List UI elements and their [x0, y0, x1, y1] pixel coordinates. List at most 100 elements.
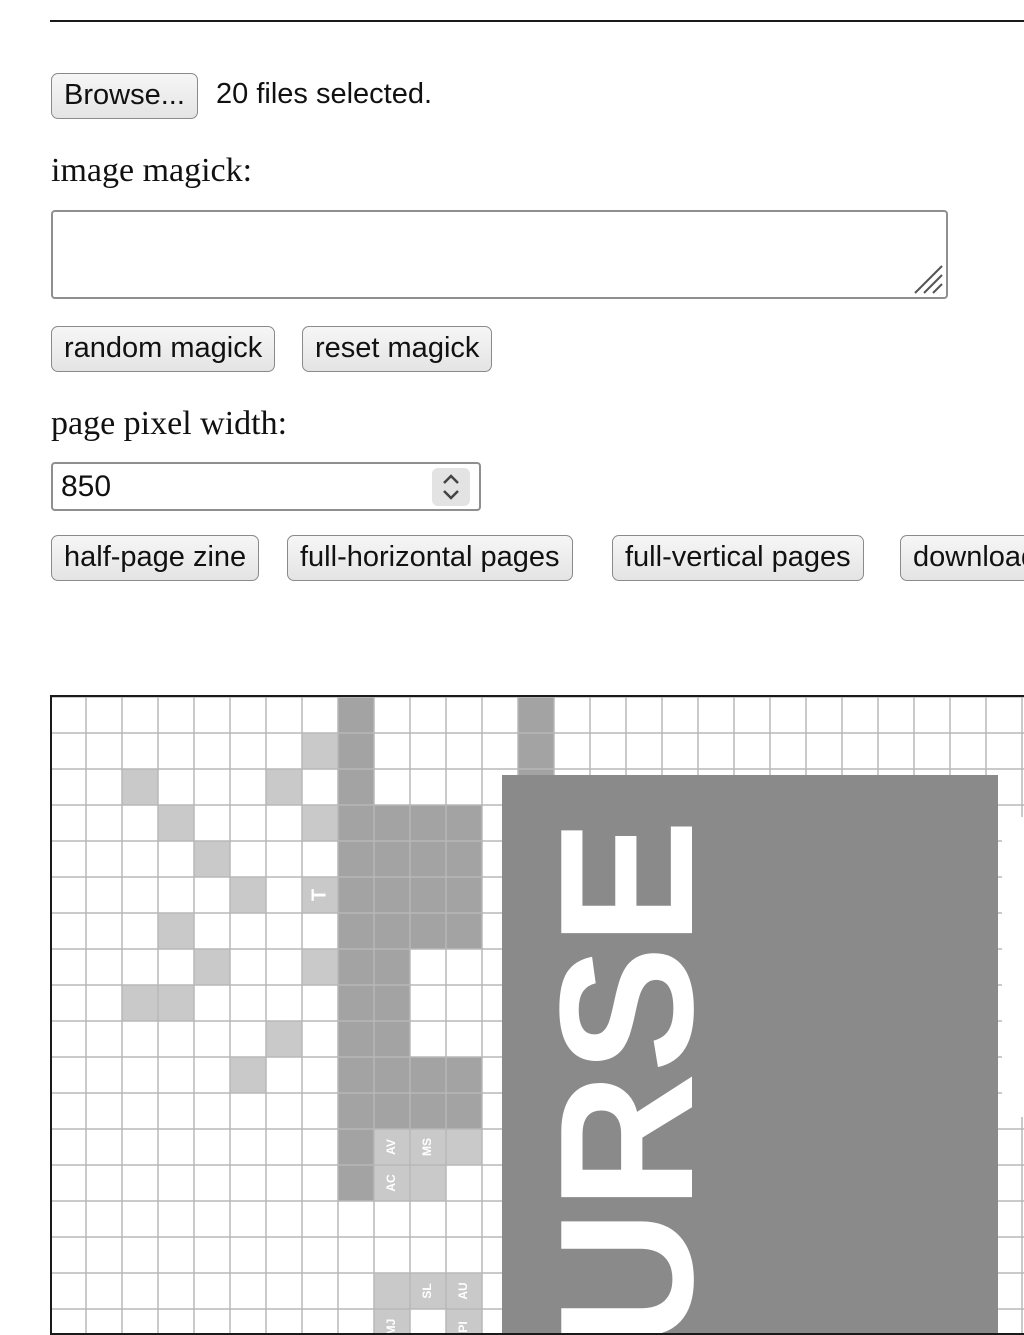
tile-glyph: A	[236, 780, 258, 794]
tile	[338, 949, 374, 985]
tile	[338, 1093, 374, 1129]
tile-glyph: A	[236, 960, 258, 974]
tile	[338, 697, 374, 733]
tile-glyph: i	[308, 1288, 330, 1294]
tile-glyph: AC	[384, 1174, 398, 1192]
tile	[302, 805, 338, 841]
full-horizontal-pages-button[interactable]: full-horizontal pages	[287, 535, 573, 581]
tile	[302, 949, 338, 985]
tile	[338, 913, 374, 949]
full-vertical-pages-button[interactable]: full-vertical pages	[612, 535, 864, 581]
tile	[374, 1057, 410, 1093]
tile-glyph: h	[380, 745, 402, 757]
tile	[158, 913, 194, 949]
tile	[122, 769, 158, 805]
tile-glyph: D	[272, 744, 294, 758]
tile	[338, 1129, 374, 1165]
tile	[410, 877, 446, 913]
tile	[410, 841, 446, 877]
tile	[122, 985, 158, 1021]
edge-strip	[1002, 817, 1024, 1117]
vertical-title-text: URSE	[521, 819, 733, 1335]
file-selection-status: 20 files selected.	[216, 78, 433, 110]
tile	[230, 1057, 266, 1093]
tile	[374, 877, 410, 913]
tile	[446, 1129, 482, 1165]
tile-glyph: PI	[456, 1321, 470, 1332]
tile-glyph: s	[344, 1285, 366, 1296]
tile-glyph: A	[164, 852, 186, 866]
reset-magick-button[interactable]: reset magick	[302, 326, 493, 372]
tile	[194, 841, 230, 877]
tile	[338, 877, 374, 913]
tile	[338, 1021, 374, 1057]
tile	[446, 805, 482, 841]
tile	[410, 805, 446, 841]
download-button[interactable]: download	[900, 535, 1024, 581]
tile-glyph: P	[308, 1320, 330, 1333]
tile-glyph: P	[164, 1032, 186, 1045]
tile	[338, 769, 374, 805]
zine-preview: URSE P A R A D T N A L P Ch Pi c s s k s e AV MS AC SL AU MJ PI j	[50, 695, 1024, 1335]
image-magick-label: image magick:	[51, 152, 253, 189]
tile	[374, 1021, 410, 1057]
tile-glyph: s	[308, 1213, 330, 1224]
tile	[338, 1057, 374, 1093]
tile-glyph: R	[200, 815, 222, 830]
spinner-arrows-icon	[443, 474, 459, 500]
tile	[446, 1057, 482, 1093]
tile-glyph: AU	[456, 1282, 470, 1299]
tile	[446, 877, 482, 913]
tile-glyph: P	[128, 888, 150, 901]
tile-glyph: N	[272, 924, 294, 938]
tile	[374, 841, 410, 877]
tile	[266, 769, 302, 805]
page-width-value: 850	[61, 470, 112, 503]
tile	[158, 805, 194, 841]
tile	[410, 913, 446, 949]
tile-glyph: C	[380, 780, 402, 794]
tile-glyph: j	[560, 748, 582, 755]
tile-glyph: MS	[420, 1138, 434, 1156]
tile	[338, 841, 374, 877]
page-width-input[interactable]: 850	[51, 462, 481, 511]
tile-glyph: SL	[420, 1283, 434, 1298]
image-magick-textarea[interactable]	[51, 210, 948, 299]
tile	[410, 1093, 446, 1129]
random-magick-button[interactable]: random magick	[51, 326, 276, 372]
tile-glyph: s	[344, 1213, 366, 1224]
resize-grip-icon[interactable]	[911, 262, 943, 294]
tile	[410, 1165, 446, 1201]
tile-glyph: e	[344, 1321, 366, 1332]
tile-glyph: AV	[384, 1139, 398, 1155]
tile	[194, 949, 230, 985]
tile-glyph: c	[308, 1249, 330, 1260]
tile-glyph: T	[308, 889, 330, 901]
tile	[374, 1273, 410, 1309]
tile	[338, 1165, 374, 1201]
tile	[230, 877, 266, 913]
tile-glyph: k	[344, 1249, 366, 1261]
tile	[374, 913, 410, 949]
tile	[302, 733, 338, 769]
tile	[446, 841, 482, 877]
tile	[446, 913, 482, 949]
tile-glyph: MJ	[384, 1319, 398, 1335]
tile	[266, 1021, 302, 1057]
tile	[338, 985, 374, 1021]
number-spinner[interactable]	[432, 468, 470, 506]
tile	[374, 805, 410, 841]
tile	[374, 949, 410, 985]
browse-button[interactable]: Browse...	[51, 73, 198, 119]
tile	[374, 1093, 410, 1129]
tile	[410, 1057, 446, 1093]
tile-glyph: L	[200, 997, 222, 1009]
tile	[338, 805, 374, 841]
tile	[374, 985, 410, 1021]
tile	[158, 985, 194, 1021]
half-page-zine-button[interactable]: half-page zine	[51, 535, 260, 581]
page-width-label: page pixel width:	[51, 405, 288, 442]
tile	[518, 697, 554, 733]
tile	[446, 1093, 482, 1129]
tile	[338, 733, 374, 769]
